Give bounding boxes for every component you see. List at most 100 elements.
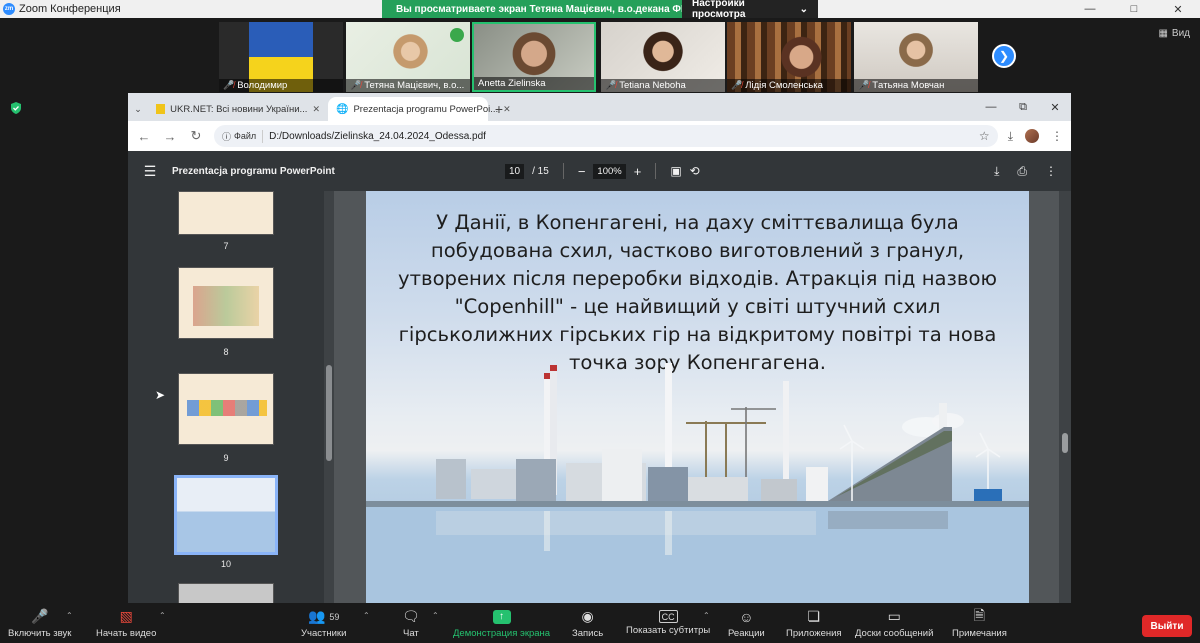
page-thumbnail[interactable] [178,191,274,235]
record-icon: ◉ [581,608,594,624]
start-video-label: Начать видео [96,627,157,639]
record-button[interactable]: ◉ Запись [572,603,603,643]
participant-tile[interactable]: 🎤̸ Володимир [219,22,343,92]
next-participants-button[interactable]: ❯ [992,44,1016,68]
tab-search-icon[interactable]: ⌄ [128,97,148,121]
browser-window-controls: — ⧉ ✕ [975,93,1071,121]
tab-label: UKR.NET: Всі новини України... [170,103,308,115]
profile-avatar[interactable] [1025,129,1039,143]
participants-count: 59 [329,611,340,622]
participant-tile[interactable]: 🎤̸ Тетяна Мацієвич, в.о... [346,22,470,92]
share-screen-button[interactable]: ↑ Демонстрация экрана [453,603,550,643]
mouse-cursor-icon: ➤ [155,388,166,402]
zoom-level-input[interactable]: 100% [593,163,626,179]
close-icon[interactable]: ✕ [1156,0,1200,18]
sidebar-scrollbar[interactable] [324,191,334,603]
info-icon: ⓘ [222,131,232,142]
captions-caret-icon[interactable]: ⌃ [703,611,710,620]
encryption-shield-icon[interactable] [10,102,22,114]
reload-icon[interactable]: ↻ [188,128,204,144]
forward-icon[interactable]: → [162,129,178,144]
leave-button[interactable]: Выйти [1142,615,1192,637]
reactions-button[interactable]: ☺ Реакции [728,603,765,643]
share-banner-text: Вы просматриваете экран Тетяна Мацієвич,… [396,3,682,15]
page-thumbnail[interactable] [178,267,274,339]
notes-button[interactable]: 🗎 Примечания [952,603,1007,643]
unmute-button[interactable]: 🎤 Включить звук [8,603,71,643]
zoom-out-icon[interactable]: − [578,164,586,179]
participant-tile-active[interactable]: Anetta Zielinska [472,22,596,92]
participants-label: Участники [301,627,347,639]
view-button[interactable]: ▦ Вид [1158,28,1190,39]
participant-tile[interactable]: 🎤̸ Tetiana Neboha [601,22,725,92]
participants-caret-icon[interactable]: ⌃ [363,611,370,620]
audio-options-caret-icon[interactable]: ⌃ [66,611,73,620]
start-video-button[interactable]: ▧ Начать видео [96,603,156,643]
minimize-icon[interactable]: — [975,93,1007,121]
mic-muted-icon: 🎤̸ [350,80,362,90]
thumbnail-page-number: 7 [223,241,229,251]
download-icon[interactable]: ⤓ [994,164,999,179]
org-logo-icon [450,28,464,42]
close-tab-icon[interactable]: ✕ [312,104,320,115]
scrollbar-thumb[interactable] [1062,433,1068,453]
video-options-caret-icon[interactable]: ⌃ [159,611,166,620]
ukrnet-favicon-icon [156,104,166,114]
page-number-input[interactable]: 10 [505,163,525,179]
chat-label: Чат [403,627,419,639]
fit-page-icon[interactable]: ▣ [670,164,681,178]
restore-icon[interactable]: ⧉ [1007,93,1039,121]
chat-button[interactable]: 🗨 Чат [402,603,420,643]
participant-name: Володимир [237,80,288,91]
more-options-icon[interactable]: ⋮ [1045,164,1057,178]
chat-caret-icon[interactable]: ⌃ [432,611,439,620]
participant-name: Tetiana Neboha [619,80,686,91]
url-input[interactable]: ⓘ Файл D:/Downloads/Zielinska_24.04.2024_… [214,125,998,147]
url-text: D:/Downloads/Zielinska_24.04.2024_Odessa… [269,130,486,142]
scrollbar-thumb[interactable] [326,365,332,461]
captions-button[interactable]: CC Показать субтитры [626,603,710,643]
apps-button[interactable]: ❏ Приложения [786,603,842,643]
mic-muted-icon: 🎤̸ [731,80,743,90]
view-options-button[interactable]: Настройки просмотра ⌄ [682,0,818,20]
participant-tile[interactable]: 🎤̸ Тaтьяна Мовчан [854,22,978,92]
participant-strip: 🎤̸ Володимир 🎤̸ Тетяна Мацієвич, в.о... An… [0,18,1200,92]
bookmark-star-icon[interactable]: ☆ [979,129,990,143]
globe-icon: 🌐 [336,103,349,115]
thumbnail-page-number: 10 [220,559,231,569]
notes-label: Примечания [952,627,1007,639]
new-tab-button[interactable]: + [488,97,510,121]
maximize-icon[interactable]: □ [1112,0,1156,18]
hamburger-menu-icon[interactable]: ☰ [128,163,172,180]
page-thumbnail[interactable] [178,583,274,603]
participant-name: Лідія Смоленська [745,80,823,91]
copenhill-photo [366,363,1029,603]
mic-muted-icon: 🎤̸ [223,80,235,90]
minimize-icon[interactable]: — [1068,0,1112,18]
thumbnail-page-number: 9 [223,453,229,463]
site-info-chip[interactable]: ⓘ Файл [222,129,264,143]
apps-icon: ❏ [807,608,821,624]
chat-icon: 🗨 [402,608,420,624]
whiteboards-button[interactable]: ▭ Доски сообщений [855,603,933,643]
rotate-icon[interactable]: ⟲ [690,164,700,178]
participant-name: Тетяна Мацієвич, в.о... [364,80,465,91]
reactions-label: Реакции [728,627,765,639]
tab-label: Prezentacja programu PowerPoi... [353,103,499,115]
zoom-in-icon[interactable]: + [634,164,642,179]
page-thumbnail-selected[interactable] [174,475,278,555]
browser-tab-active[interactable]: 🌐 Prezentacja programu PowerPoi... ✕ [328,97,511,121]
whiteboard-icon: ▭ [887,608,901,624]
browser-tab[interactable]: UKR.NET: Всі новини України... ✕ [148,97,328,121]
page-thumbnail[interactable] [178,373,274,445]
participant-tile[interactable]: 🎤̸ Лідія Смоленська [727,22,851,92]
menu-kebab-icon[interactable]: ⋮ [1051,129,1063,143]
back-icon[interactable]: ← [136,129,152,144]
notes-icon: 🗎 [973,606,986,623]
participants-button[interactable]: 👥 59 Участники [301,603,346,643]
print-icon[interactable]: ⎙ [1017,164,1027,179]
participant-name: Anetta Zielinska [478,78,546,89]
page-scrollbar[interactable] [1059,191,1071,603]
download-icon[interactable]: ⤓ [1008,129,1013,144]
close-icon[interactable]: ✕ [1039,93,1071,121]
